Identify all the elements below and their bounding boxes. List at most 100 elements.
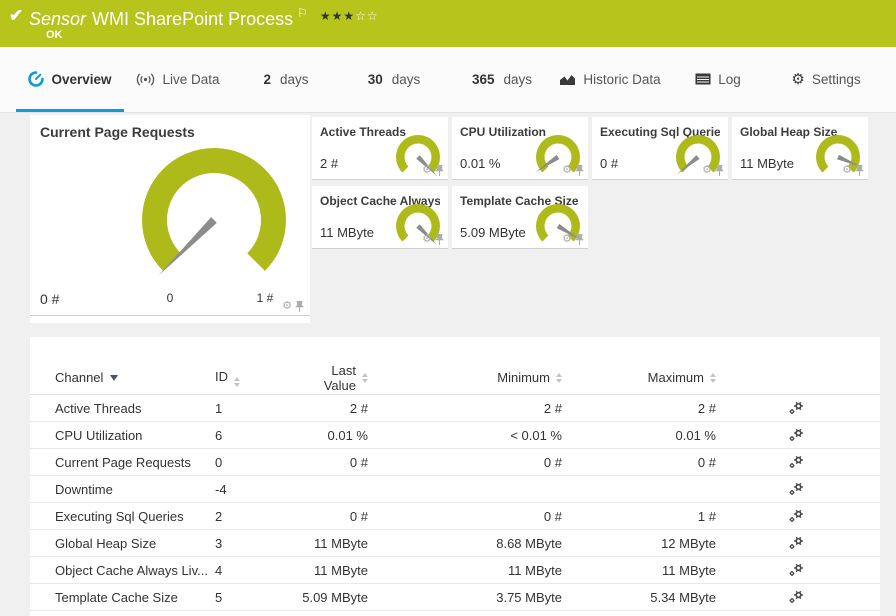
status-badge: OK [46, 29, 63, 41]
gear-icon: ⚙ [791, 70, 805, 88]
tab-historic-data[interactable]: Historic Data [556, 47, 664, 112]
channel-name[interactable]: Object Cache Always Liv... [55, 563, 208, 578]
channel-id: 1 [215, 400, 223, 416]
edit-channel-gears-icon[interactable] [789, 563, 804, 577]
small-gauge-box: Global Heap Size 11 MByte ⚙ [732, 117, 868, 180]
tab-label: Overview [51, 71, 112, 87]
flag-icon[interactable]: ⚐ [297, 6, 308, 20]
column-header-last-value[interactable]: Last Value [302, 363, 368, 393]
small-gauge-box: Template Cache Size 5.09 MByte ⚙ [452, 186, 588, 249]
priority-stars[interactable]: ★★★☆☆ [320, 9, 379, 23]
main-gauge-scale-min: 0 [166, 291, 174, 305]
edit-channel-gears-icon[interactable] [789, 509, 804, 523]
pin-icon[interactable] [575, 165, 584, 176]
channel-last-value: 2 # [349, 400, 368, 416]
pin-icon[interactable] [435, 165, 444, 176]
panel-divider [30, 315, 310, 316]
prtg-sensor-page: ✔ Sensor WMI SharePoint Process ⚐ ★★★☆☆ OK … [0, 0, 896, 616]
channel-name[interactable]: Global Heap Size [55, 536, 156, 551]
edit-channel-gears-icon[interactable] [789, 455, 804, 469]
log-icon [695, 73, 711, 85]
channel-maximum: 12 MByte [661, 535, 716, 551]
tab-365-days[interactable]: 365 days [448, 47, 556, 112]
tab-log[interactable]: Log [664, 47, 772, 112]
channel-name[interactable]: Template Cache Size [55, 590, 178, 605]
small-gauge-value: 2 # [320, 156, 339, 171]
small-gauge-value: 11 MByte [740, 156, 794, 171]
channel-settings-gear-icon[interactable]: ⚙ [702, 165, 712, 176]
small-gauge [676, 135, 720, 175]
sensor-title-line: Sensor WMI SharePoint Process ⚐ ★★★☆☆ [29, 6, 379, 30]
pin-icon[interactable] [855, 165, 864, 176]
channel-table-row[interactable]: Global Heap Size 3 11 MByte 8.68 MByte 1… [30, 530, 880, 557]
tab-live-data[interactable]: Live Data [124, 47, 232, 112]
main-gauge-scale-max: 1 # [256, 291, 274, 305]
stars-filled[interactable]: ★★★ [320, 9, 355, 23]
small-gauge-value: 0 # [600, 156, 619, 171]
channel-settings-gear-icon[interactable]: ⚙ [422, 234, 432, 245]
channel-table-row[interactable]: Executing Sql Queries 2 0 # 0 # 1 # [30, 503, 880, 530]
small-gauge [396, 135, 440, 177]
tab-number: 2 [263, 71, 271, 87]
area-chart-icon [560, 74, 576, 85]
channel-table-row[interactable]: Object Cache Always Liv... 4 11 MByte 11… [30, 557, 880, 584]
channel-minimum: 11 MByte [508, 562, 562, 578]
edit-channel-gears-icon[interactable] [789, 401, 804, 415]
channel-settings-gear-icon[interactable]: ⚙ [562, 234, 572, 245]
channel-id: 6 [215, 427, 223, 443]
tab-number: 365 [471, 71, 495, 87]
channel-last-value: 0 # [349, 454, 368, 470]
sort-icon [710, 372, 716, 383]
sort-icon [234, 376, 240, 387]
live-data-icon [137, 72, 155, 86]
channel-id: 2 [215, 508, 223, 524]
main-gauge-value: 0 # [40, 291, 60, 307]
small-gauge-value: 5.09 MByte [460, 225, 526, 240]
edit-channel-gears-icon[interactable] [789, 428, 804, 442]
column-header-id[interactable]: ID [215, 369, 302, 387]
channel-settings-gear-icon[interactable]: ⚙ [562, 165, 572, 176]
channel-name[interactable]: Active Threads [55, 401, 141, 416]
channel-name[interactable]: CPU Utilization [55, 428, 142, 443]
tab-label: Log [718, 71, 741, 87]
tab-settings[interactable]: ⚙ Settings [772, 47, 880, 112]
tab-overview[interactable]: Overview [16, 47, 124, 112]
tab-30-days[interactable]: 30 days [340, 47, 448, 112]
channel-maximum: 1 # [697, 508, 716, 524]
channel-settings-gear-icon[interactable]: ⚙ [282, 301, 292, 312]
small-gauge-box: Object Cache Always L... 11 MByte ⚙ [312, 186, 448, 249]
tab-number: 30 [367, 71, 383, 87]
edit-channel-gears-icon[interactable] [789, 536, 804, 550]
edit-channel-gears-icon[interactable] [789, 482, 804, 496]
tab-label: Live Data [162, 71, 220, 87]
channel-id: 4 [215, 562, 223, 578]
channel-table-row[interactable]: Current Page Requests 0 0 # 0 # 0 # [30, 449, 880, 476]
channel-settings-gear-icon[interactable]: ⚙ [842, 165, 852, 176]
channel-table-row[interactable]: CPU Utilization 6 0.01 % < 0.01 % 0.01 % [30, 422, 880, 449]
channel-name[interactable]: Current Page Requests [55, 455, 191, 470]
channel-last-value: 11 MByte [314, 562, 368, 578]
channel-settings-gear-icon[interactable]: ⚙ [422, 165, 432, 176]
gauge-icon [28, 71, 45, 87]
pin-icon[interactable] [575, 234, 584, 245]
column-header-minimum[interactable]: Minimum [368, 370, 562, 385]
channel-table-row[interactable]: Template Cache Size 5 5.09 MByte 3.75 MB… [30, 584, 880, 611]
channel-last-value: 0.01 % [327, 427, 368, 443]
column-header-channel[interactable]: Channel [55, 370, 215, 385]
channel-maximum: 0 # [697, 454, 716, 470]
pin-icon[interactable] [435, 234, 444, 245]
channel-maximum: 5.34 MByte [650, 589, 716, 605]
small-gauge-box: Active Threads 2 # ⚙ [312, 117, 448, 180]
channel-name[interactable]: Executing Sql Queries [55, 509, 184, 524]
channel-table-row[interactable]: Downtime -4 [30, 476, 880, 503]
stars-empty[interactable]: ☆☆ [355, 9, 379, 23]
sensor-word: Sensor [29, 9, 87, 29]
channel-name[interactable]: Downtime [55, 482, 113, 497]
tab-2-days[interactable]: 2 days [232, 47, 340, 112]
column-header-maximum[interactable]: Maximum [562, 370, 716, 385]
pin-icon[interactable] [715, 165, 724, 176]
edit-channel-gears-icon[interactable] [789, 590, 804, 604]
channel-minimum: 3.75 MByte [496, 589, 562, 605]
pin-icon[interactable] [295, 301, 304, 312]
channel-table-row[interactable]: Active Threads 1 2 # 2 # 2 # [30, 395, 880, 422]
